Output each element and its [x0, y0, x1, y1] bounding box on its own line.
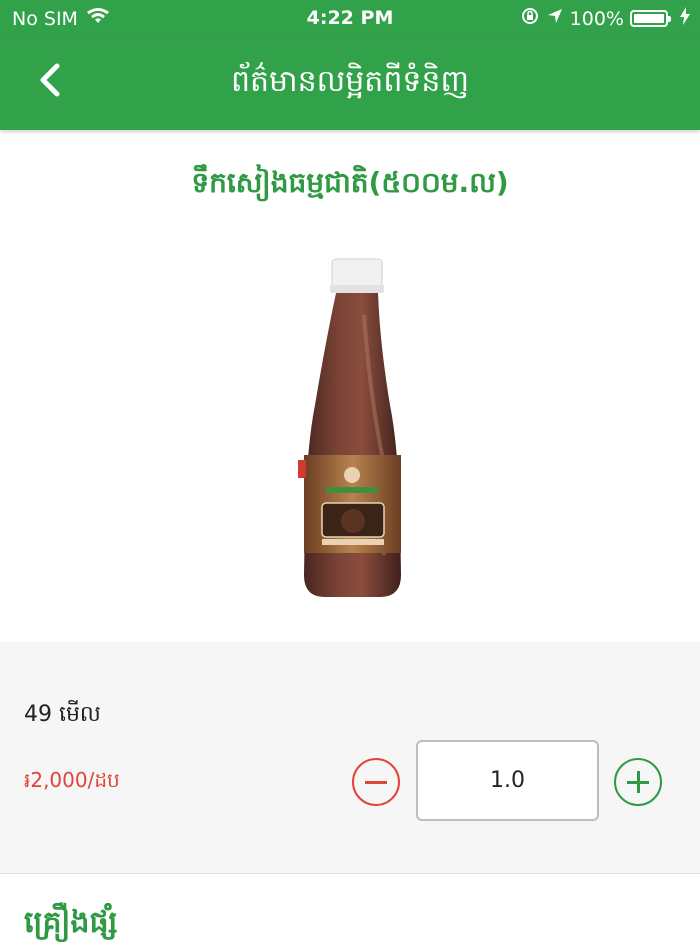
location-arrow-icon — [546, 7, 564, 30]
battery-icon — [630, 10, 671, 27]
rotation-lock-icon — [520, 6, 540, 31]
view-count: 49 មើល — [24, 702, 101, 727]
section-divider — [0, 873, 700, 874]
status-right: 100% — [520, 6, 690, 31]
product-info-panel: 49 មើល ៛2,000/ដប — [0, 642, 700, 874]
back-button[interactable] — [30, 60, 70, 104]
product-image — [290, 255, 415, 600]
product-price: ៛2,000/ដប — [24, 768, 120, 792]
decrease-quantity-button[interactable] — [352, 758, 400, 806]
status-bar: No SIM 4:22 PM 100% — [0, 0, 700, 38]
ingredients-heading: គ្រឿងផ្សំ — [24, 905, 118, 940]
quantity-input[interactable] — [416, 740, 599, 821]
page-title: ព័ត៌មានលម្អិតពីទំនិញ — [230, 64, 470, 99]
increase-quantity-button[interactable] — [614, 758, 662, 806]
navigation-bar: ព័ត៌មានលម្អិតពីទំនិញ — [0, 38, 700, 130]
chevron-left-icon — [37, 62, 63, 102]
product-title: ទឹកសៀងធម្មជាតិ(៥០០ម.ល) — [191, 166, 509, 199]
charging-bolt-icon — [680, 7, 690, 30]
battery-percent: 100% — [569, 7, 624, 30]
